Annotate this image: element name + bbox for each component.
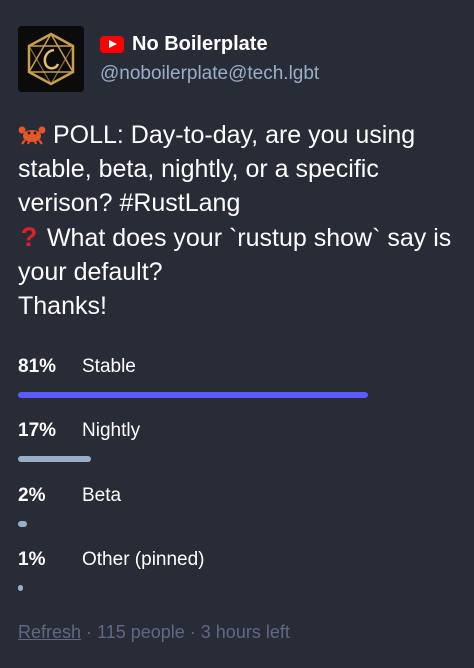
poll-voter-count: 115 people: [97, 622, 185, 642]
poll-option-bar: [18, 456, 92, 462]
refresh-link[interactable]: Refresh: [18, 622, 81, 642]
poll-option-other: 1% Other (pinned): [18, 549, 458, 599]
red-question-mark-icon: ?: [20, 222, 38, 252]
poll-footer: Refresh · 115 people · 3 hours left: [18, 622, 290, 643]
display-name[interactable]: No Boilerplate: [132, 33, 268, 56]
display-name-row[interactable]: No Boilerplate: [100, 30, 268, 58]
poll-option-percent: 1%: [18, 549, 46, 570]
no-boilerplate-logo-icon: [18, 26, 84, 92]
status-text-line2: What does your `rustup show` say is your…: [18, 224, 452, 286]
status-line-poll: POLL: Day-to-day, are you using stable, …: [18, 118, 458, 220]
poll-option-label: Beta: [82, 485, 122, 506]
poll-option-label: Stable: [82, 356, 136, 377]
youtube-icon: [100, 35, 124, 53]
poll-option-stable: 81% Stable: [18, 356, 458, 406]
footer-separator: ·: [184, 622, 201, 642]
poll-option-bar: [18, 585, 23, 591]
status-line-question: ? What does your `rustup show` say is yo…: [18, 220, 458, 289]
poll-option-percent: 17%: [18, 420, 57, 441]
poll-option-label: Nightly: [82, 420, 141, 441]
poll-option-label: Other (pinned): [82, 549, 205, 570]
poll-option-percent: 81%: [18, 356, 57, 377]
status-text-line1: POLL: Day-to-day, are you using stable, …: [18, 121, 416, 217]
poll-option-bar: [18, 392, 368, 398]
status-content: POLL: Day-to-day, are you using stable, …: [18, 118, 458, 323]
account-handle[interactable]: @noboilerplate@tech.lgbt: [100, 63, 319, 85]
poll-option-percent: 2%: [18, 485, 46, 506]
poll-option-nightly: 17% Nightly: [18, 420, 458, 470]
avatar[interactable]: [18, 26, 84, 92]
poll-option-beta: 2% Beta: [18, 485, 458, 535]
crab-icon: [18, 120, 46, 145]
status-line-thanks: Thanks!: [18, 292, 107, 320]
poll-option-bar: [18, 521, 27, 527]
post-header: No Boilerplate @noboilerplate@tech.lgbt: [18, 26, 458, 92]
poll-time-left: 3 hours left: [200, 622, 290, 642]
footer-separator: ·: [81, 622, 98, 642]
